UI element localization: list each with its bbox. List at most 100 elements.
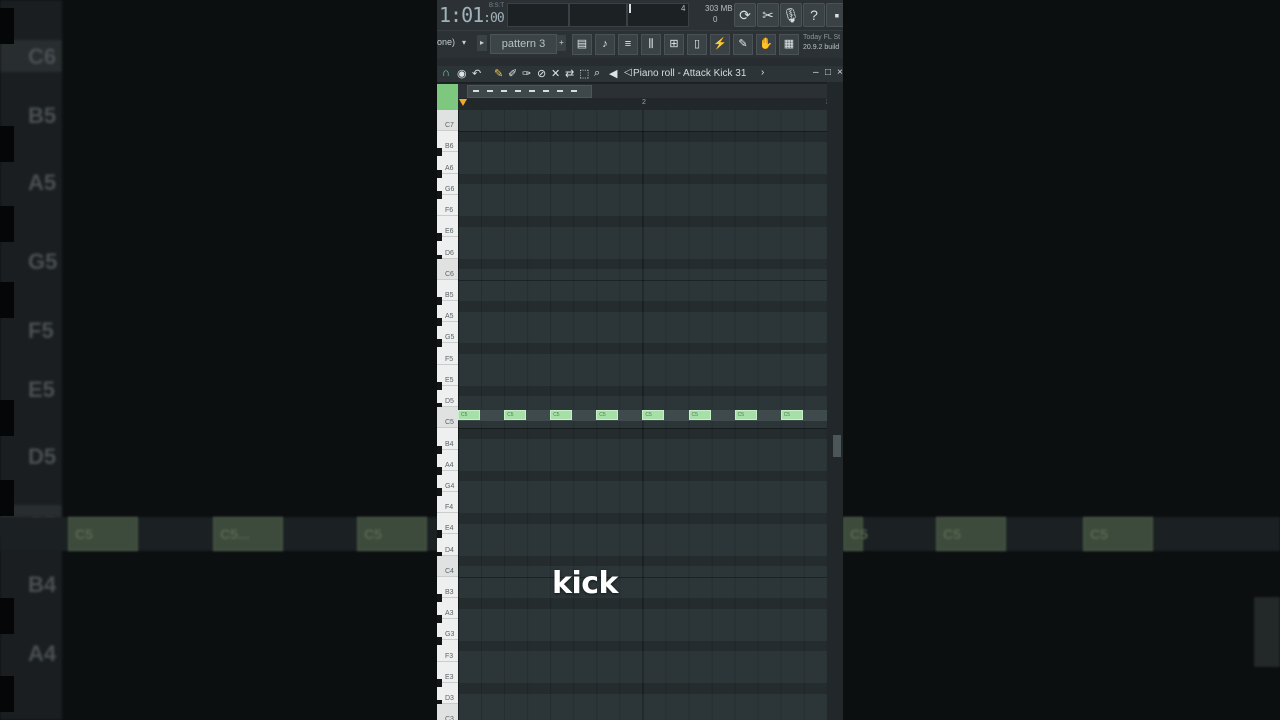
piano-key-label: G6 [445, 185, 455, 193]
background-key-label: A5 [28, 170, 57, 195]
plugin-icon[interactable]: ⚡ [710, 34, 730, 55]
cpu-value: 4 [681, 4, 686, 13]
maximize-icon[interactable]: □ [825, 67, 831, 78]
background-key-label: C6 [28, 44, 57, 69]
piano-roll-icon[interactable]: ♪ [595, 34, 615, 55]
piano-key-label: C5 [445, 419, 454, 427]
time-unit-label: B:S:T [489, 3, 505, 9]
hint-panel [507, 3, 569, 27]
speaker-icon[interactable]: ◀ [609, 67, 617, 80]
paint-icon[interactable]: ✑ [522, 67, 531, 80]
piano-key-label: E4 [445, 525, 454, 533]
news-icon[interactable]: ▦ [779, 34, 799, 55]
background-note: C5 [936, 517, 1006, 551]
note[interactable]: C5 [642, 410, 665, 420]
step-marker [543, 90, 549, 92]
piano-key-label: B6 [445, 143, 454, 151]
channel-rack-icon[interactable]: ≡ [618, 34, 638, 55]
piano-key-label: F6 [445, 207, 454, 215]
select-icon[interactable]: ⬚ [579, 67, 589, 80]
piano-key-label: E3 [445, 673, 454, 681]
piano-key-c6[interactable]: C6 [437, 258, 458, 280]
grid-row-shade [458, 131, 827, 142]
pattern-add-button[interactable]: + [557, 35, 566, 51]
piano-key-f4[interactable]: F4 [437, 492, 458, 514]
note[interactable]: C5 [596, 410, 619, 420]
piano-key-c5[interactable]: C5 [437, 407, 458, 429]
octave-line [458, 279, 827, 281]
piano-key-label: F5 [445, 355, 454, 363]
record-icon[interactable]: ◉ [457, 67, 467, 80]
playlist-icon[interactable]: ▤ [572, 34, 592, 55]
browser-icon[interactable]: ⊞ [664, 34, 684, 55]
piano-key-label: G4 [445, 482, 455, 490]
piano-key-c7[interactable]: C7 [437, 110, 458, 132]
microphone-button[interactable]: 🎙 [780, 3, 802, 27]
note[interactable]: C5 [734, 410, 757, 420]
help-button[interactable]: ? [803, 3, 825, 27]
piano-key-label: A5 [445, 313, 454, 321]
tools-icon[interactable]: ✎ [733, 34, 753, 55]
mute-icon[interactable]: ✕ [551, 67, 560, 80]
cpu-indicator-icon [629, 4, 631, 13]
playhead-marker[interactable] [459, 99, 467, 106]
pencil-icon[interactable]: ✎ [494, 67, 503, 80]
brush-icon[interactable]: ✐ [508, 67, 517, 80]
step-marker [501, 90, 507, 92]
loop-record-button[interactable]: ⟳ [734, 3, 756, 27]
background-key-label: F5 [28, 318, 54, 343]
tool-corner[interactable] [437, 84, 458, 110]
zoom-icon[interactable]: ⌕ [594, 67, 600, 80]
piano-key-f5[interactable]: F5 [437, 343, 458, 365]
piano-key-c3[interactable]: C3 [437, 704, 458, 720]
main-toolbar: one) ▾ ▸ pattern 3 + ▤ ♪ ≡ ⫼ ⊞ ▯ ⚡ ✎ ✋ ▦… [437, 30, 843, 59]
magnet-icon[interactable]: ∩ [442, 67, 450, 79]
mixer-icon[interactable]: ⫼ [641, 34, 661, 55]
piano-key-f3[interactable]: F3 [437, 641, 458, 662]
note[interactable]: C5 [550, 410, 573, 420]
step-marker [571, 90, 577, 92]
delete-icon[interactable]: ⊘ [537, 67, 546, 80]
snap-mode-select[interactable]: one) [437, 37, 455, 47]
vertical-scroll-thumb[interactable] [833, 435, 841, 457]
piano-keyboard[interactable]: C7 B6 A6 G6 F6 E6 D6 C6 B5 A5 G5 F5 E5 D5 C5 B4 A4 G4 F4 E4… [437, 110, 458, 720]
grid-row-shade [458, 513, 827, 524]
song-position-main: 1:01 [439, 3, 484, 27]
grid-row-shade [458, 258, 827, 270]
save-icon[interactable]: ▪ [826, 3, 843, 27]
close-icon[interactable]: × [837, 67, 843, 78]
hand-icon[interactable]: ✋ [756, 34, 776, 55]
piano-key-label: C4 [445, 567, 454, 575]
slip-icon[interactable]: ⇄ [565, 67, 574, 80]
undo-icon[interactable]: ↶ [472, 67, 481, 80]
minimize-icon[interactable]: – [813, 67, 819, 78]
chevron-down-icon[interactable]: ▾ [462, 38, 466, 47]
background-key-label: A4 [28, 641, 57, 666]
background-black-key [0, 598, 14, 634]
project-icon[interactable]: ▯ [687, 34, 707, 55]
note[interactable]: C5 [688, 410, 711, 420]
grid-row-shade [458, 343, 827, 355]
piano-key-label: E5 [445, 376, 454, 384]
grid-row-shade [458, 640, 827, 652]
pattern-selector[interactable]: pattern 3 [490, 34, 557, 54]
pattern-prev-button[interactable]: ▸ [477, 35, 487, 51]
background-note: C5 [357, 517, 427, 551]
note[interactable]: C5 [458, 410, 480, 420]
note[interactable]: C5 [780, 410, 803, 420]
grid-row-shade [458, 428, 827, 439]
vertical-scrollbar[interactable] [827, 82, 843, 720]
memory-usage: 303 MB [705, 4, 733, 13]
piano-key-label: D3 [445, 695, 454, 703]
chevron-right-icon[interactable]: › [761, 67, 764, 78]
piano-key-c4[interactable]: C4 [437, 555, 458, 577]
background-note: C5 [68, 517, 138, 551]
arrow-left-icon[interactable]: ◁ [624, 67, 632, 78]
piano-key-f6[interactable]: F6 [437, 195, 458, 217]
note[interactable]: C5 [504, 410, 527, 420]
grid-row-shade [458, 385, 827, 397]
background-key-label: G5 [28, 249, 58, 274]
cut-tool-button[interactable]: ✂ [757, 3, 779, 27]
grid-row-shade [458, 470, 827, 482]
fl-studio-window: 1:01:00 B:S:T 4 303 MB 0 ⟳ ✂ 🎙 ? ▪ one) … [437, 0, 843, 720]
